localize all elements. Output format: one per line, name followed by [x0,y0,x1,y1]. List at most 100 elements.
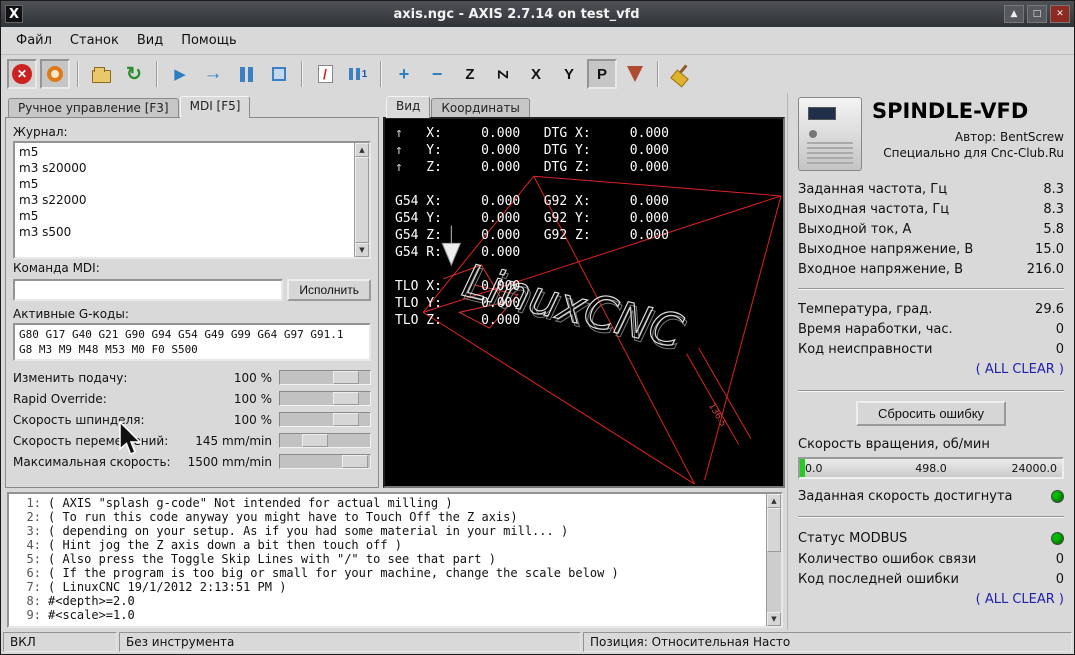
main-content: Ручное управление [F3] MDI [F5] Журнал: … [1,93,1074,630]
gcode-listing[interactable]: 1:( AXIS "splash g-code" Not intended fo… [7,492,783,628]
gcode-line[interactable]: 6:( If the program is too big or small f… [13,566,762,580]
param-row-last-error: Код последней ошибки0 [798,569,1064,589]
shade-button[interactable]: ▲ [1004,5,1024,23]
power-icon [47,66,63,82]
slider-handle[interactable] [333,413,359,426]
rapid-override-slider[interactable] [279,391,371,406]
position-mode-status: Позиция: Относительная Насто [583,632,1072,652]
zoom-out-icon: − [432,64,443,85]
view-z-rotated-button[interactable]: Z [488,59,518,89]
gcode-line[interactable]: 8:#<depth>=2.0 [13,594,762,608]
mdi-history-item[interactable]: m3 s500 [19,224,350,240]
log-label: Журнал: [13,125,371,139]
menu-file[interactable]: Файл [7,29,61,52]
mdi-history-list[interactable]: m5 m3 s20000 m5 m3 s22000 m5 m3 s500 ▲ ▼ [13,141,371,259]
toggle-optional-pause-button[interactable]: 1 [343,59,373,89]
reset-error-button[interactable]: Сбросить ошибку [856,401,1006,426]
zoom-out-button[interactable]: − [422,59,452,89]
at-speed-row: Заданная скорость достигнута [798,485,1064,507]
slider-handle[interactable] [333,371,359,384]
slider-handle[interactable] [333,392,359,405]
tab-preview[interactable]: Вид [386,96,430,118]
preview-canvas[interactable]: 136.5 LinuxCNC LinuxCNC ↑X: 0.000 DTG X:… [383,117,785,488]
scrollbar-thumb[interactable] [355,157,369,243]
gcode-scrollbar[interactable]: ▲ ▼ [766,494,781,626]
toolbar-separator [156,61,158,87]
log-scrollbar[interactable]: ▲ ▼ [354,143,369,257]
view-z-button[interactable]: Z [455,59,485,89]
reload-file-button[interactable]: ↻ [119,59,149,89]
view-z-icon: Z [465,66,474,83]
pause-button[interactable] [231,59,261,89]
axis-unhomed-icon: ↑ [395,125,426,142]
mdi-history-item[interactable]: m3 s22000 [19,192,350,208]
stop-button[interactable] [264,59,294,89]
max-velocity-slider[interactable] [279,454,371,469]
rotate-view-button[interactable] [620,59,650,89]
estop-button[interactable]: ✕ [7,59,37,89]
spindle-override-slider[interactable] [279,412,371,427]
run-program-button[interactable]: ▶ [165,59,195,89]
separator [798,288,1064,290]
pause-icon [240,67,253,82]
axis-unhomed-icon: ↑ [395,159,426,176]
scrollbar-thumb[interactable] [767,508,781,552]
mdi-history-item[interactable]: m5 [19,208,350,224]
active-gcodes-label: Активные G-коды: [13,307,371,321]
estop-icon: ✕ [12,64,32,84]
spindle-speed-label: Скорость вращения, об/мин [798,434,1064,454]
zoom-in-button[interactable]: + [389,59,419,89]
mdi-history-item[interactable]: m5 [19,176,350,192]
control-panel: Ручное управление [F3] MDI [F5] Журнал: … [5,95,379,488]
tab-mdi[interactable]: MDI [F5] [180,96,251,118]
tab-dro[interactable]: Координаты [431,98,530,117]
window-menu-icon[interactable]: X [5,5,23,23]
param-row-in-voltage: Входное напряжение, В216.0 [798,259,1064,279]
preview-tabbar: Вид Координаты [383,95,785,117]
gcode-line[interactable]: 2:( To run this code anyway you might ha… [13,510,762,524]
gcode-line[interactable]: 3:( depending on your setup. As if you h… [13,524,762,538]
max-velocity-label: Максимальная скорость: [13,455,184,469]
machine-power-button[interactable] [40,59,70,89]
gcode-line[interactable]: 4:( Hint jog the Z axis down a bit then … [13,538,762,552]
jog-speed-slider[interactable] [279,433,371,448]
scroll-down-icon[interactable]: ▼ [767,612,781,626]
menu-help[interactable]: Помощь [172,29,245,52]
mdi-history-item[interactable]: m3 s20000 [19,160,350,176]
view-x-icon: X [531,66,541,83]
close-button[interactable]: ✕ [1050,5,1070,23]
maximize-button[interactable]: □ [1027,5,1047,23]
toolbar-separator [657,61,659,87]
gcode-line[interactable]: 1:( AXIS "splash g-code" Not intended fo… [13,496,762,510]
gcode-line[interactable]: 9:#<scale>=1.0 [13,608,762,622]
gcode-line[interactable]: 5:( Also press the Toggle Skip Lines wit… [13,552,762,566]
view-y-button[interactable]: Y [554,59,584,89]
menu-machine[interactable]: Станок [61,29,128,52]
scroll-down-icon[interactable]: ▼ [355,243,369,257]
toolbar: ✕ ↻ ▶ → / 1 [1,55,1074,93]
clear-plot-button[interactable] [666,59,696,89]
view-x-button[interactable]: X [521,59,551,89]
open-folder-icon [92,70,111,83]
execute-button[interactable]: Исполнить [287,279,371,301]
slider-handle[interactable] [302,434,328,447]
mdi-history-item[interactable]: m5 [19,144,350,160]
run-from-line-button[interactable]: → [198,59,228,89]
param-row-comm-errors: Количество ошибок связи0 [798,549,1064,569]
active-gcodes-box: G80 G17 G40 G21 G90 G94 G54 G49 G99 G64 … [13,323,371,361]
gcode-line[interactable]: 7:( LinuxCNC 19/1/2012 2:13:51 PM ) [13,580,762,594]
separator [798,516,1064,518]
scroll-up-icon[interactable]: ▲ [767,494,781,508]
slider-handle[interactable] [342,455,368,468]
active-gcodes-line: G80 G17 G40 G21 G90 G94 G54 G49 G99 G64 … [19,327,365,342]
vfd-author: Автор: BentScrew [872,129,1064,145]
mdi-input[interactable] [13,279,283,301]
feed-override-slider[interactable] [279,370,371,385]
scroll-up-icon[interactable]: ▲ [355,143,369,157]
open-file-button[interactable] [86,59,116,89]
view-perspective-button[interactable]: P [587,59,617,89]
menu-view[interactable]: Вид [128,29,172,52]
toggle-skip-lines-button[interactable]: / [310,59,340,89]
tab-manual-control[interactable]: Ручное управление [F3] [8,98,179,117]
vfd-device-image [798,97,862,171]
